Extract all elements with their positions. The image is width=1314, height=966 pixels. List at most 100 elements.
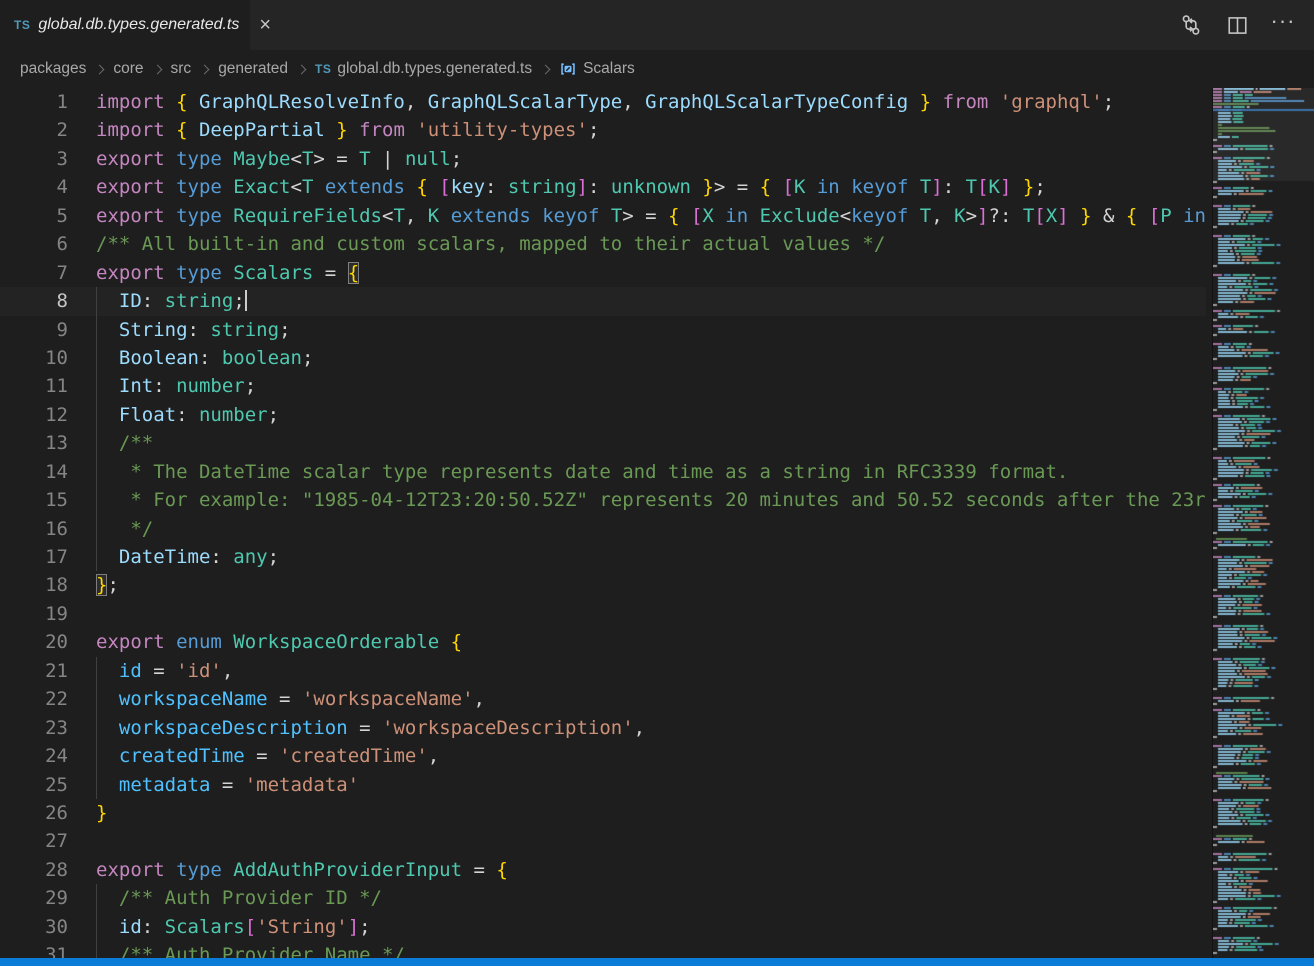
line-number[interactable]: 8 (0, 287, 68, 315)
more-actions-icon[interactable]: ··· (1268, 10, 1298, 40)
code-token: ; (451, 148, 462, 170)
line-number[interactable]: 25 (0, 771, 68, 799)
code-token: ] (577, 176, 588, 198)
code-line[interactable]: 24 createdTime = 'createdTime', (0, 742, 1206, 770)
code-line[interactable]: 18}; (0, 571, 1206, 599)
indent-guide (96, 771, 97, 799)
minimap[interactable] (1212, 88, 1314, 958)
code-editor[interactable]: 1import { GraphQLResolveInfo, GraphQLSca… (0, 88, 1206, 958)
line-number[interactable]: 23 (0, 714, 68, 742)
line-number[interactable]: 16 (0, 515, 68, 543)
line-number[interactable]: 1 (0, 88, 68, 116)
code-line[interactable]: 4 export type Exact<T extends { [key: str… (0, 173, 1206, 201)
line-number[interactable]: 4 (0, 173, 68, 201)
line-number[interactable]: 2 (0, 116, 68, 144)
code-line[interactable]: 11 Int: number; (0, 372, 1206, 400)
code-token: type (176, 262, 233, 284)
code-line[interactable]: 13 /** (0, 429, 1206, 457)
code-line[interactable]: 12 Float: number; (0, 401, 1206, 429)
line-number[interactable]: 6 (0, 230, 68, 258)
line-number[interactable]: 31 (0, 941, 68, 958)
code-token (96, 660, 119, 682)
code-line[interactable]: 21 id = 'id', (0, 657, 1206, 685)
line-number[interactable]: 19 (0, 600, 68, 628)
line-number[interactable]: 13 (0, 429, 68, 457)
line-number[interactable]: 30 (0, 913, 68, 941)
code-line[interactable]: 3export type Maybe<T> = T | null; (0, 145, 1206, 173)
compare-changes-icon[interactable] (1176, 10, 1206, 40)
code-line[interactable]: 23 workspaceDescription = 'workspaceDesc… (0, 714, 1206, 742)
tab-global-db-types[interactable]: TS global.db.types.generated.ts × (0, 0, 250, 50)
indent-guide (96, 913, 97, 941)
code-line[interactable]: 25 metadata = 'metadata' (0, 771, 1206, 799)
line-number[interactable]: 21 (0, 657, 68, 685)
code-token: GraphQLScalarType (428, 91, 622, 113)
breadcrumb-item-core[interactable]: core (113, 60, 143, 78)
code-token: type (176, 859, 233, 881)
breadcrumb-item-file[interactable]: TSglobal.db.types.generated.ts (315, 60, 532, 78)
line-number[interactable]: 10 (0, 344, 68, 372)
line-number[interactable]: 5 (0, 202, 68, 230)
code-token: metadata (119, 774, 211, 796)
code-token: ] (1000, 176, 1011, 198)
code-text: } (96, 799, 107, 827)
code-token: = (462, 859, 496, 881)
code-token (96, 887, 119, 909)
code-line[interactable]: 8 ID: string; (0, 287, 1206, 315)
code-line[interactable]: 6/** All built-in and custom scalars, ma… (0, 230, 1206, 258)
code-token: Exclude (760, 205, 840, 227)
code-token: export (96, 205, 176, 227)
code-text: Int: number; (96, 372, 256, 400)
ellipsis-glyph: ··· (1271, 21, 1296, 29)
line-number[interactable]: 12 (0, 401, 68, 429)
code-token: K (428, 205, 439, 227)
line-number[interactable]: 28 (0, 856, 68, 884)
line-number[interactable]: 17 (0, 543, 68, 571)
line-number[interactable]: 26 (0, 799, 68, 827)
code-line[interactable]: 16 */ (0, 515, 1206, 543)
line-number[interactable]: 11 (0, 372, 68, 400)
code-token: { (176, 119, 199, 141)
line-number[interactable]: 7 (0, 259, 68, 287)
line-number[interactable]: 18 (0, 571, 68, 599)
line-number[interactable]: 29 (0, 884, 68, 912)
line-number[interactable]: 3 (0, 145, 68, 173)
split-editor-icon[interactable] (1222, 10, 1252, 40)
code-line[interactable]: 17 DateTime: any; (0, 543, 1206, 571)
line-number[interactable]: 14 (0, 458, 68, 486)
breadcrumb-item-generated[interactable]: generated (218, 60, 288, 78)
code-line[interactable]: 2import { DeepPartial } from 'utility-ty… (0, 116, 1206, 144)
line-number[interactable]: 15 (0, 486, 68, 514)
code-line[interactable]: 22 workspaceName = 'workspaceName', (0, 685, 1206, 713)
code-token: enum (176, 631, 233, 653)
code-line[interactable]: 9 String: string; (0, 316, 1206, 344)
code-line[interactable]: 14 * The DateTime scalar type represents… (0, 458, 1206, 486)
line-number[interactable]: 22 (0, 685, 68, 713)
code-line[interactable]: 5export type RequireFields<T, K extends … (0, 202, 1206, 230)
code-line[interactable]: 20export enum WorkspaceOrderable { (0, 628, 1206, 656)
code-line[interactable]: 26} (0, 799, 1206, 827)
code-token: Boolean (119, 347, 199, 369)
code-line[interactable]: 28export type AddAuthProviderInput = { (0, 856, 1206, 884)
breadcrumb-item-symbol[interactable]: Scalars (559, 60, 635, 78)
code-line[interactable]: 7export type Scalars = { (0, 259, 1206, 287)
code-line[interactable]: 29 /** Auth Provider ID */ (0, 884, 1206, 912)
code-line[interactable]: 1import { GraphQLResolveInfo, GraphQLSca… (0, 88, 1206, 116)
code-line[interactable]: 30 id: Scalars['String']; (0, 913, 1206, 941)
code-line[interactable]: 15 * For example: "1985-04-12T23:20:50.5… (0, 486, 1206, 514)
code-line[interactable]: 10 Boolean: boolean; (0, 344, 1206, 372)
line-number[interactable]: 20 (0, 628, 68, 656)
code-line[interactable]: 27 (0, 827, 1206, 855)
code-token: K (954, 205, 965, 227)
code-token: } (908, 91, 931, 113)
code-text: export type Exact<T extends { [key: stri… (96, 173, 1046, 201)
breadcrumb-item-packages[interactable]: packages (20, 60, 86, 78)
line-number[interactable]: 9 (0, 316, 68, 344)
indent-guide (96, 515, 97, 543)
line-number[interactable]: 24 (0, 742, 68, 770)
breadcrumb-item-src[interactable]: src (171, 60, 192, 78)
close-icon[interactable]: × (255, 13, 275, 37)
code-line[interactable]: 31 /** Auth Provider Name */ (0, 941, 1206, 958)
line-number[interactable]: 27 (0, 827, 68, 855)
code-line[interactable]: 19 (0, 600, 1206, 628)
